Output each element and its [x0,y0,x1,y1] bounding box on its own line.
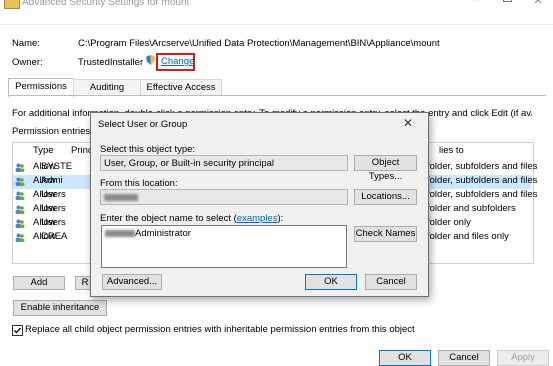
row-applies-to: folder, subfolders and files [427,189,538,200]
object-type-label: Select this object type: [100,144,196,155]
change-owner-link[interactable]: Change [156,53,195,71]
user-group-icon [15,205,25,214]
object-type-field: User, Group, or Built-in security princi… [100,155,348,171]
dialog-cancel-button[interactable]: Cancel [365,274,417,290]
user-group-icon [15,191,25,200]
dialog-title: Select User or Group [98,119,188,130]
row-principal: Users [41,203,66,214]
check-names-button[interactable]: Check Names [354,226,417,242]
replace-child-checkbox[interactable] [12,325,23,336]
row-applies-to: folder and subfolders [427,203,516,214]
column-applies-to[interactable]: lies to [439,145,464,156]
close-button[interactable]: ✕ [530,0,546,7]
folder-icon [4,0,20,9]
locations-button[interactable]: Locations... [354,189,417,205]
shield-icon [146,55,155,65]
examples-link[interactable]: examples [237,213,278,224]
permission-entries-label: Permission entries: [12,126,93,137]
enter-object-label: Enter the object name to select (example… [100,213,284,224]
row-applies-to: folder, subfolders and files [427,175,538,186]
row-principal: SYSTE [41,161,73,172]
row-principal: Users [41,189,66,200]
replace-child-label: Replace all child object permission entr… [25,324,415,335]
checkmark-icon [14,327,21,334]
object-types-button[interactable]: Object Types... [354,155,417,182]
redacted-location [104,193,138,201]
user-group-icon [15,233,25,242]
row-principal: Users [41,217,66,228]
row-applies-to: folder only [427,217,471,228]
maximize-button[interactable] [500,0,514,6]
object-name-value: Administrator [135,228,191,239]
row-principal: Admi [41,175,63,186]
name-value: C:\Program Files\Arcserve\Unified Data P… [78,38,440,49]
location-label: From this location: [100,178,178,189]
cancel-button[interactable]: Cancel [438,350,490,366]
user-group-icon [15,163,25,172]
row-principal: CREA [41,231,68,242]
column-type[interactable]: Type [33,145,54,156]
ok-button[interactable]: OK [379,350,431,366]
name-label: Name: [12,38,40,49]
owner-label: Owner: [12,57,43,68]
title-bar: Advanced Security Settings for mount — ✕ [0,0,553,25]
dialog-ok-button[interactable]: OK [305,274,357,290]
apply-button[interactable]: Apply [497,350,549,366]
location-field [100,189,348,205]
object-name-input[interactable]: Administrator [101,225,347,268]
tab-effective-access[interactable]: Effective Access [140,79,222,96]
window-title: Advanced Security Settings for mount [22,0,190,8]
advanced-button[interactable]: Advanced... [102,274,162,290]
redacted-domain [105,229,135,237]
add-button[interactable]: Add [13,276,65,290]
user-group-icon [15,219,25,228]
minimize-button[interactable]: — [470,0,484,6]
select-user-dialog: Select User or Group ✕ Select this objec… [90,112,429,297]
owner-value: TrustedInstaller [78,57,144,68]
row-applies-to: folder, subfolders and files [427,161,538,172]
tab-auditing[interactable]: Auditing [73,79,141,96]
enable-inheritance-button[interactable]: Enable inheritance [13,300,107,316]
change-owner-label: Change [161,56,195,67]
row-applies-to: folder and files only [427,231,509,242]
dialog-close-icon[interactable]: ✕ [403,116,413,130]
maximize-icon [503,0,512,2]
user-group-icon [15,177,25,186]
